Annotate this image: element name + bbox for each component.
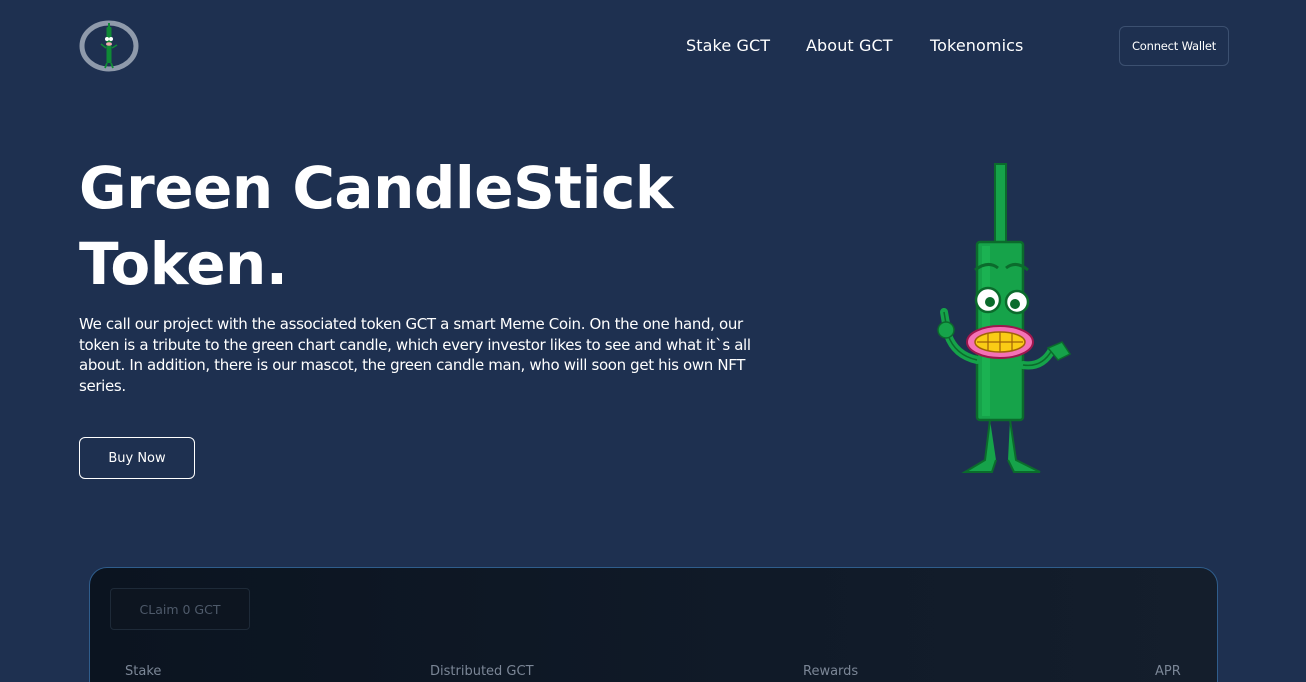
nav-about-gct[interactable]: About GCT [806, 36, 893, 55]
hero-description: We call our project with the associated … [79, 315, 751, 395]
hero-title-line-1: Green CandleStick [79, 154, 673, 222]
claim-gct-button[interactable]: CLaim 0 GCT [110, 588, 250, 630]
nav-tokenomics[interactable]: Tokenomics [930, 36, 1023, 55]
buy-now-button[interactable]: Buy Now [79, 437, 195, 479]
green-candle-mascot-icon [937, 163, 1072, 473]
connect-wallet-button[interactable]: Connect Wallet [1119, 26, 1229, 66]
stake-panel: CLaim 0 GCT Stake Distributed GCT Reward… [89, 567, 1218, 682]
hero-title-line-2: Token. [79, 230, 288, 298]
nav-stake-gct[interactable]: Stake GCT [686, 36, 770, 55]
page: Stake GCT About GCT Tokenomics Connect W… [0, 0, 1306, 682]
column-header-stake: Stake [125, 664, 162, 679]
column-header-rewards: Rewards [803, 664, 859, 679]
column-header-distributed-gct: Distributed GCT [430, 664, 534, 679]
column-header-apr: APR [1155, 664, 1181, 679]
hero-title: Green CandleStick Token. [79, 150, 719, 302]
logo-icon[interactable] [79, 20, 139, 72]
